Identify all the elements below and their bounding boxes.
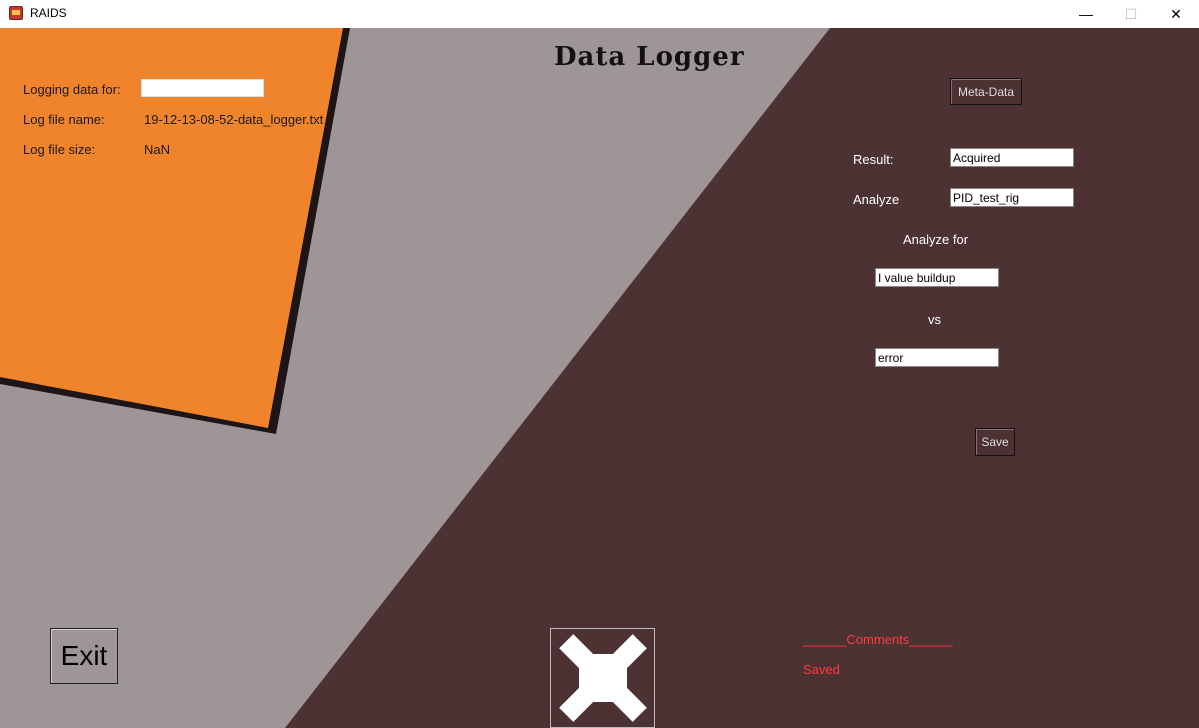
- analyze-for-input-1[interactable]: [875, 268, 999, 287]
- window-title: RAIDS: [30, 6, 67, 20]
- background-shapes: [0, 28, 1199, 728]
- save-button[interactable]: Save: [975, 428, 1015, 456]
- title-bar: RAIDS — ☐ ✕: [0, 0, 1199, 28]
- exit-button[interactable]: Exit: [50, 628, 118, 684]
- dark-panel: [285, 28, 1199, 728]
- x-logo-graphic: [559, 634, 647, 722]
- meta-data-button[interactable]: Meta-Data: [950, 78, 1022, 105]
- x-logo-icon: [550, 628, 655, 728]
- close-button[interactable]: ✕: [1153, 0, 1199, 28]
- app-canvas: Data Logger Logging data for: Log file n…: [0, 28, 1199, 728]
- analyze-for-label: Analyze for: [903, 232, 969, 247]
- comments-header: ______Comments______: [803, 632, 953, 647]
- vs-label: vs: [928, 312, 941, 327]
- log-file-size-value: NaN: [144, 142, 171, 157]
- result-label: Result:: [853, 152, 894, 167]
- logging-data-input[interactable]: [141, 79, 264, 97]
- analyze-input[interactable]: [950, 188, 1074, 207]
- log-file-size-label: Log file size:: [23, 142, 96, 157]
- minimize-button[interactable]: —: [1063, 0, 1109, 28]
- logging-data-label: Logging data for:: [23, 82, 121, 97]
- maximize-button[interactable]: ☐: [1108, 0, 1154, 28]
- comments-status: Saved: [803, 662, 840, 677]
- app-icon: [9, 6, 23, 20]
- analyze-label: Analyze: [853, 192, 900, 207]
- page-title: Data Logger: [554, 42, 745, 72]
- result-input[interactable]: [950, 148, 1074, 167]
- analyze-for-input-2[interactable]: [875, 348, 999, 367]
- log-file-name-label: Log file name:: [23, 112, 105, 127]
- log-file-name-value: 19-12-13-08-52-data_logger.txt: [144, 112, 324, 127]
